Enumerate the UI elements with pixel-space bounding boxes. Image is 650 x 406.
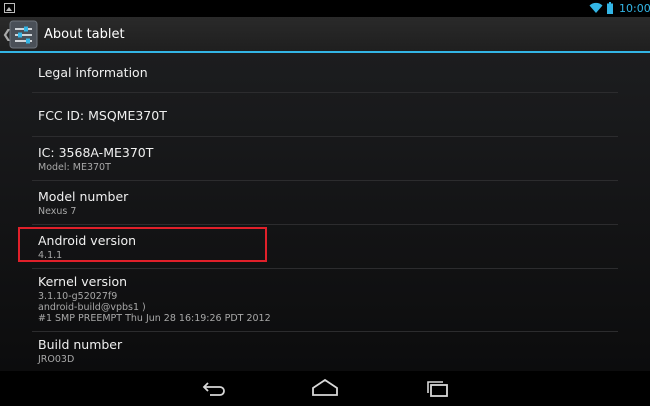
action-bar: ❮ About tablet (0, 17, 650, 53)
item-title: Legal information (38, 65, 148, 80)
list-item-build-number: Build number JRO03D (32, 332, 618, 371)
item-summary-line: 3.1.10-g52027f9 (38, 291, 118, 302)
status-time: 10:00 (619, 2, 650, 15)
page-title: About tablet (44, 27, 125, 42)
status-bar: 10:00 (0, 0, 650, 17)
list-item-model-number: Model number Nexus 7 (32, 181, 618, 225)
list-item-kernel-version: Kernel version 3.1.10-g52027f9 android-b… (32, 269, 618, 332)
item-summary: Nexus 7 (38, 206, 77, 217)
back-icon[interactable] (197, 377, 231, 399)
item-title: IC: 3568A-ME370T (38, 145, 154, 160)
item-title: Kernel version (38, 274, 128, 289)
item-summary: Model: ME370T (38, 162, 111, 173)
image-icon (4, 3, 15, 13)
navigation-bar (0, 371, 650, 406)
about-list: Legal information FCC ID: MSQME370T IC: … (0, 53, 650, 371)
item-title: FCC ID: MSQME370T (38, 108, 167, 123)
item-title: Model number (38, 189, 129, 204)
home-icon[interactable] (308, 377, 342, 399)
settings-icon[interactable] (9, 20, 38, 49)
item-summary-line: #1 SMP PREEMPT Thu Jun 28 16:19:26 PDT 2… (38, 313, 271, 324)
battery-icon (607, 2, 613, 14)
wifi-icon (589, 2, 603, 14)
highlight-box (18, 227, 267, 262)
list-item-ic: IC: 3568A-ME370T Model: ME370T (32, 137, 618, 181)
item-summary: JRO03D (38, 354, 75, 365)
item-summary-line: android-build@vpbs1 ) (38, 302, 146, 313)
list-item-legal-information[interactable]: Legal information (32, 53, 618, 93)
recent-apps-icon[interactable] (418, 377, 452, 399)
item-title: Build number (38, 337, 123, 352)
list-item-fcc-id: FCC ID: MSQME370T (32, 93, 618, 137)
